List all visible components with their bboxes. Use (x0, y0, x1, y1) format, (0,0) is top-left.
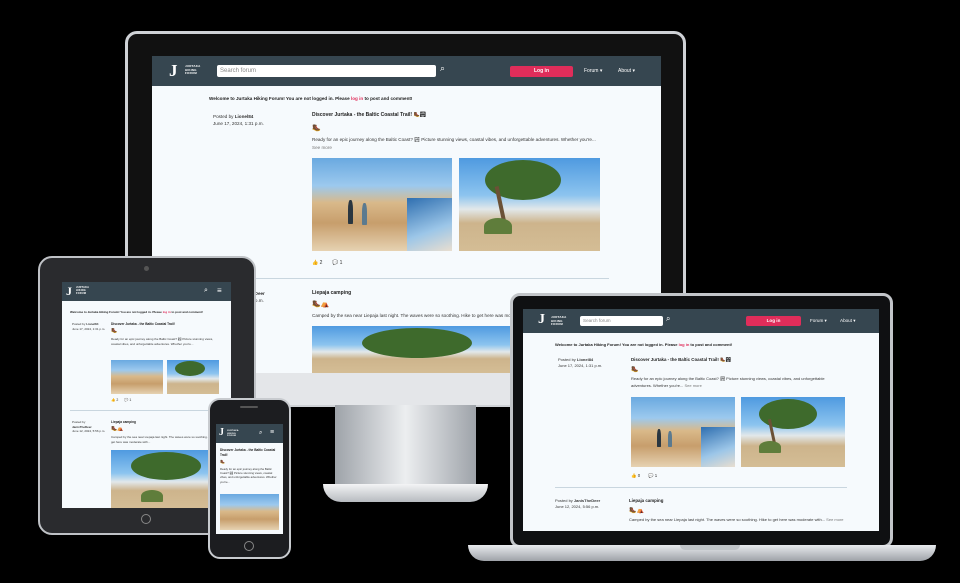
monitor-base (323, 484, 488, 502)
post-title[interactable]: Liepaja camping (111, 420, 136, 424)
hiking-camping-icons: 🥾⛺ (111, 426, 124, 432)
navbar: J JURTAKA HIKING FORUM ⌕ ≡ (62, 282, 231, 301)
search-icon[interactable]: ⌕ (204, 287, 208, 295)
post-divider (70, 410, 220, 411)
post-author[interactable]: JanisTheDeer (574, 498, 600, 503)
like-button[interactable]: 👍 2 (111, 398, 118, 402)
login-button[interactable]: Log in (510, 66, 573, 77)
post-divider (209, 278, 609, 279)
login-button[interactable]: Log in (746, 316, 801, 326)
post-image-tent[interactable] (312, 326, 512, 373)
post-author[interactable]: Lionel84 (235, 114, 254, 119)
phone-speaker (240, 406, 258, 408)
post-image-tent[interactable] (111, 450, 219, 508)
post-title[interactable]: Liepaja camping (312, 290, 351, 296)
post-date: June 17, 2024, 1:31 p.m. (213, 121, 264, 126)
post-excerpt: Ready for an epic journey along the Balt… (631, 376, 825, 388)
logo-icon[interactable]: J (169, 61, 178, 81)
tablet-home-button[interactable] (141, 514, 151, 524)
logo-text: JURTAKA HIKING FORUM (551, 315, 567, 326)
about-dropdown[interactable]: About ▾ (618, 68, 635, 74)
laptop-notch (680, 545, 740, 550)
post-excerpt: Camped by the sea near Liepaja last nigh… (629, 517, 844, 522)
navbar: J JURTAKA HIKING FORUM Search forum ⌕ Log … (152, 56, 661, 86)
search-icon[interactable]: ⌕ (666, 314, 670, 324)
see-more-link[interactable]: See more (826, 517, 843, 522)
comment-button[interactable]: 💬 1 (124, 398, 131, 402)
login-link[interactable]: log in (163, 310, 171, 314)
hiking-icon: 🥾 (111, 328, 118, 334)
post-author[interactable]: Lionel84 (577, 357, 593, 362)
post-title[interactable]: Discover Jurtaka - the Baltic Coastal Tr… (312, 112, 426, 118)
monitor-stand (335, 405, 476, 493)
post-title[interactable]: Liepaja camping (629, 498, 663, 503)
tablet-screen: J JURTAKA HIKING FORUM ⌕ ≡ Welcome to Jurt… (62, 282, 231, 508)
search-icon[interactable]: ⌕ (259, 430, 262, 437)
logo-icon[interactable]: J (219, 427, 224, 438)
post-excerpt: Ready for an epic journey along the Balt… (111, 337, 214, 346)
comment-button[interactable]: 💬 1 (332, 260, 342, 266)
post-image-beach[interactable] (631, 397, 735, 467)
menu-icon[interactable]: ≡ (270, 429, 274, 436)
post-divider (555, 487, 847, 488)
search-icon[interactable]: ⌕ (440, 63, 445, 74)
welcome-message: Welcome to Jurtaka Hiking Forum! You are… (555, 342, 733, 347)
post-date: June 12, 2024, 5:56 p.m. (555, 504, 600, 509)
post-meta: Posted by JanisTheDeer June 12, 2024, 5:56… (72, 420, 106, 433)
search-input[interactable]: Search forum (217, 65, 436, 77)
forum-dropdown[interactable]: Forum ▾ (810, 318, 827, 324)
comment-button[interactable]: 💬 1 (648, 473, 657, 479)
post-date: June 17, 2024, 1:31 p.m. (558, 363, 603, 368)
navbar: J JURTAKA HIKING FORUM Search forum ⌕ Log … (523, 309, 879, 333)
phone-screen: J JURTAKA HIKING FORUM ⌕ ≡ Discover Jurtak… (216, 424, 283, 534)
logo-text: JURTAKA HIKING FORUM (227, 430, 239, 437)
post-excerpt: Ready for an epic journey along the Balt… (312, 137, 596, 150)
tablet-camera (144, 266, 149, 271)
see-more-link[interactable]: See more (684, 383, 701, 388)
logo-text: JURTAKA HIKING FORUM (76, 286, 90, 295)
logo-text: JURTAKA HIKING FORUM (185, 64, 201, 75)
hiking-icon: 🥾 (631, 367, 639, 373)
logo-icon[interactable]: J (66, 284, 72, 299)
post-meta: Posted by Lionel84 June 17, 2024, 1:31 p… (213, 114, 264, 126)
post-excerpt: Camped by the sea near Liepaja last nigh… (111, 435, 218, 444)
post-meta: Posted by JanisTheDeer June 12, 2024, 5:… (555, 498, 601, 509)
see-more-link[interactable]: See more (312, 145, 332, 150)
about-dropdown[interactable]: About ▾ (840, 318, 856, 324)
phone-home-button[interactable] (244, 541, 254, 551)
post-title[interactable]: Discover Jurtaka - the Baltic Coastal Tr… (631, 357, 731, 363)
menu-icon[interactable]: ≡ (217, 286, 222, 295)
welcome-message: Welcome to Jurtaka Hiking Forum! You are… (70, 310, 203, 314)
like-button[interactable]: 👍 2 (312, 260, 322, 266)
post-meta: Posted by Lionel84 June 17, 2024, 1:31 p… (558, 357, 603, 368)
post-title[interactable]: Discover Jurtaka - the Baltic Coastal Tr… (220, 448, 280, 457)
hiking-icon: 🥾 (312, 125, 321, 132)
search-input[interactable]: Search forum (580, 316, 663, 326)
post-meta: Posted by Lionel84 June 17, 2024, 1:31 p… (72, 322, 106, 331)
forum-dropdown[interactable]: Forum ▾ (584, 68, 602, 74)
welcome-message: Welcome to Jurtaka Hiking Forum! You are… (209, 96, 413, 101)
login-link[interactable]: log in (679, 342, 690, 347)
post-title[interactable]: Discover Jurtaka - the Baltic Coastal Tr… (111, 322, 175, 326)
login-link[interactable]: log in (351, 96, 363, 101)
post-image-beach[interactable] (220, 494, 279, 530)
post-image-tent[interactable] (167, 360, 219, 394)
hiking-icon: 🥾 (220, 459, 225, 464)
hiking-camping-icons: 🥾⛺ (629, 508, 644, 514)
navbar: J JURTAKA HIKING FORUM ⌕ ≡ (216, 424, 283, 443)
post-image-beach[interactable] (312, 158, 452, 251)
post-image-tent[interactable] (459, 158, 600, 251)
laptop-screen: J JURTAKA HIKING FORUM Search forum ⌕ Log … (523, 309, 879, 531)
post-image-tent[interactable] (741, 397, 845, 467)
logo-icon[interactable]: J (538, 312, 545, 328)
like-button[interactable]: 👍 0 (631, 473, 640, 479)
post-excerpt: Ready for an epic journey along the Balt… (220, 467, 277, 484)
hiking-camping-icons: 🥾⛺ (312, 301, 330, 308)
post-excerpt: Camped by the sea near Liepaja last nigh… (312, 313, 512, 318)
post-image-beach[interactable] (111, 360, 163, 394)
